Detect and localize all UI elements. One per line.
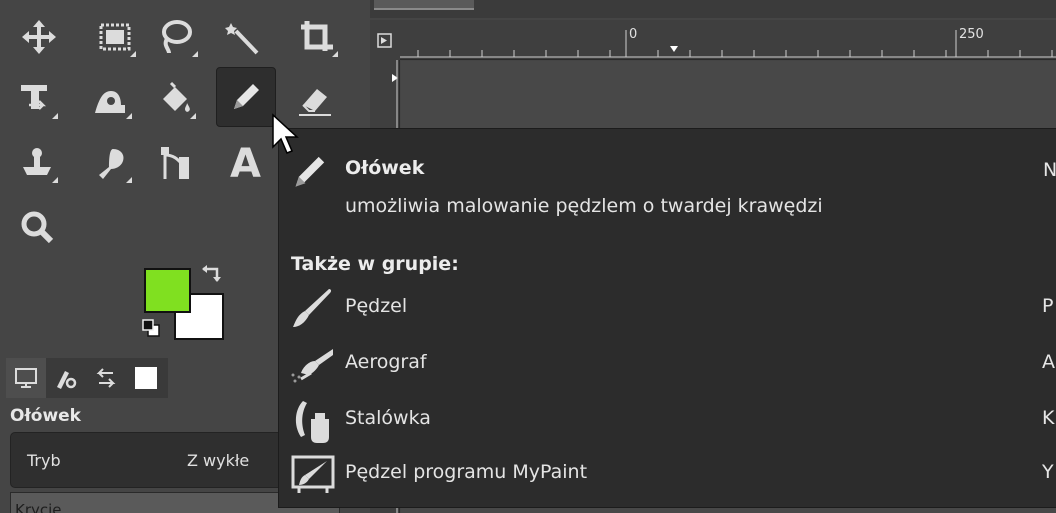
transform-icon <box>21 85 47 110</box>
group-item-shortcut: K <box>1042 407 1055 429</box>
transform-tool[interactable] <box>12 74 62 124</box>
pointer-marker <box>670 46 678 52</box>
warp-tool[interactable] <box>86 74 136 124</box>
move-tool[interactable] <box>14 12 64 62</box>
dock-tabs <box>6 358 168 398</box>
text-icon: A <box>230 141 261 181</box>
tooltip-description: umożliwia malowanie pędzlem o twardej kr… <box>345 195 823 217</box>
tab-images[interactable] <box>126 358 166 398</box>
zoom-icon <box>21 211 54 244</box>
group-item-paintbrush: Pędzel P <box>287 283 1056 333</box>
tool-options-icon <box>15 368 37 388</box>
image-tab-strip <box>370 0 1056 18</box>
free-select-tool[interactable] <box>152 12 202 62</box>
tooltip-shortcut: N <box>1043 159 1056 181</box>
paths-tool[interactable] <box>152 138 202 188</box>
mypaint-brush-icon <box>291 455 335 493</box>
clone-icon <box>23 148 51 175</box>
group-indicator <box>126 113 132 119</box>
pencil-tool[interactable] <box>216 67 276 127</box>
group-item-shortcut: Y <box>1042 461 1054 483</box>
group-item-label: Stalówka <box>345 407 431 429</box>
warp-icon <box>95 91 125 113</box>
group-item-label: Pędzel <box>345 295 408 317</box>
undo-history-icon <box>96 368 116 388</box>
rect-select-icon <box>99 23 131 51</box>
horizontal-ruler[interactable]: 0 250 <box>400 20 1056 60</box>
crop-tool[interactable] <box>292 12 342 62</box>
tooltip-title: Ołówek <box>345 157 425 179</box>
svg-text:A: A <box>230 141 261 181</box>
group-indicator <box>126 177 132 183</box>
opacity-label: Krycie <box>15 501 62 513</box>
group-item-label: Aerograf <box>345 351 427 373</box>
text-tool[interactable]: A <box>222 136 272 186</box>
group-item-ink: Stalówka K <box>287 395 1056 445</box>
foreground-color-swatch[interactable] <box>144 268 191 313</box>
group-item-airbrush: Aerograf A <box>287 339 1056 389</box>
image-thumbnail-icon <box>135 367 157 389</box>
crop-icon <box>301 21 333 51</box>
zoom-tool[interactable] <box>12 202 62 252</box>
tool-options-title: Ołówek <box>10 406 81 426</box>
default-colors-icon[interactable] <box>141 318 161 338</box>
image-tab[interactable] <box>374 0 474 10</box>
group-item-mypaint-brush: Pędzel programu MyPaint Y <box>287 449 1056 499</box>
mode-label: Tryb <box>27 451 61 470</box>
tab-undo-history[interactable] <box>86 358 126 398</box>
group-indicator <box>130 51 136 57</box>
ink-icon <box>295 401 329 443</box>
ruler-mark-0: 0 <box>629 27 638 42</box>
bucket-fill-icon <box>163 81 190 112</box>
group-item-label: Pędzel programu MyPaint <box>345 461 588 483</box>
group-item-shortcut: P <box>1042 295 1054 317</box>
mouse-cursor-icon <box>272 113 299 154</box>
tool-tooltip: Ołówek N umożliwia malowanie pędzlem o t… <box>278 128 1056 508</box>
mode-select[interactable]: Z wykłe <box>187 451 249 470</box>
eraser-icon <box>299 89 331 116</box>
tab-device-status[interactable] <box>46 358 86 398</box>
group-indicator <box>332 51 338 57</box>
airbrush-icon <box>291 349 333 383</box>
swap-colors-icon[interactable] <box>199 263 223 287</box>
group-indicator <box>52 113 58 119</box>
free-select-icon <box>162 20 192 54</box>
group-indicator <box>190 113 196 119</box>
paths-icon <box>161 147 189 179</box>
device-status-icon <box>57 371 77 389</box>
paintbrush-icon <box>293 289 332 327</box>
pencil-icon <box>234 84 259 109</box>
group-header: Także w grupie: <box>291 253 459 275</box>
move-icon <box>22 20 56 54</box>
smudge-icon <box>99 149 124 179</box>
ruler-mark-250: 250 <box>959 27 984 42</box>
bucket-fill-tool[interactable] <box>150 74 200 124</box>
fuzzy-select-icon <box>225 23 259 55</box>
tab-tool-options[interactable] <box>6 358 46 398</box>
clone-tool[interactable] <box>12 138 62 188</box>
fuzzy-select-tool[interactable] <box>218 12 268 62</box>
group-indicator <box>52 177 58 183</box>
smudge-tool[interactable] <box>86 138 136 188</box>
ruler-ticks <box>400 30 1056 58</box>
mode-row[interactable]: Tryb Z wykłe <box>10 432 310 488</box>
rect-select-tool[interactable] <box>90 12 140 62</box>
quick-mask-icon <box>377 33 392 48</box>
ruler-corner[interactable] <box>370 20 400 60</box>
group-indicator <box>192 51 198 57</box>
group-item-shortcut: A <box>1042 351 1055 373</box>
